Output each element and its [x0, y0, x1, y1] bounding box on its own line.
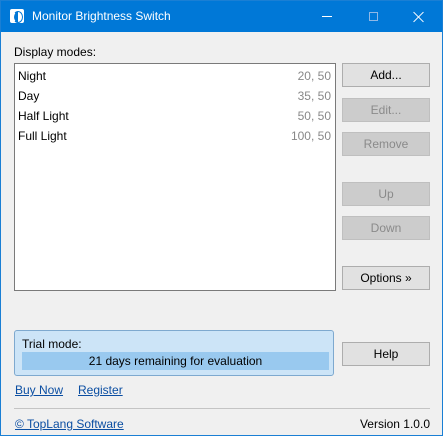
mode-value: 50, 50 [297, 109, 331, 123]
register-link[interactable]: Register [78, 383, 123, 397]
mode-name: Half Light [18, 109, 69, 123]
list-item-day[interactable]: Day 35, 50 [18, 86, 334, 106]
mode-value: 35, 50 [297, 89, 331, 103]
mode-name: Day [18, 89, 40, 103]
version-label: Version 1.0.0 [359, 417, 430, 431]
copyright-link[interactable]: © TopLang Software [15, 417, 124, 431]
mode-value: 20, 50 [297, 69, 331, 83]
edit-button: Edit... [342, 98, 430, 122]
footer-divider [14, 408, 430, 409]
display-modes-label: Display modes: [14, 45, 97, 59]
close-button[interactable] [396, 1, 442, 32]
minimize-icon [322, 16, 332, 17]
close-icon [413, 11, 425, 23]
maximize-button [350, 1, 396, 32]
list-item-half-light[interactable]: Half Light 50, 50 [18, 106, 334, 126]
window-title: Monitor Brightness Switch [32, 9, 171, 23]
remove-button: Remove [342, 132, 430, 156]
buy-now-link[interactable]: Buy Now [15, 383, 63, 397]
minimize-button[interactable] [304, 1, 350, 32]
down-button: Down [342, 216, 430, 240]
mode-name: Night [18, 69, 47, 83]
up-button: Up [342, 182, 430, 206]
help-button[interactable]: Help [342, 342, 430, 366]
display-modes-list[interactable]: Night 20, 50 Day 35, 50 Half Light 50, 5… [14, 63, 336, 291]
trial-panel: Trial mode: 21 days remaining for evalua… [14, 330, 334, 376]
title-bar[interactable]: Monitor Brightness Switch [1, 1, 442, 32]
add-button[interactable]: Add... [342, 63, 430, 87]
mode-name: Full Light [18, 129, 67, 143]
list-item-night[interactable]: Night 20, 50 [18, 66, 334, 86]
trial-mode-label: Trial mode: [22, 337, 82, 351]
app-window: Monitor Brightness Switch Display modes:… [0, 0, 443, 436]
trial-status-bar: 21 days remaining for evaluation [22, 352, 329, 370]
maximize-icon [368, 12, 378, 21]
mode-value: 100, 50 [290, 129, 331, 143]
list-item-full-light[interactable]: Full Light 100, 50 [18, 126, 334, 146]
options-button[interactable]: Options » [342, 266, 430, 290]
app-icon [10, 9, 24, 23]
